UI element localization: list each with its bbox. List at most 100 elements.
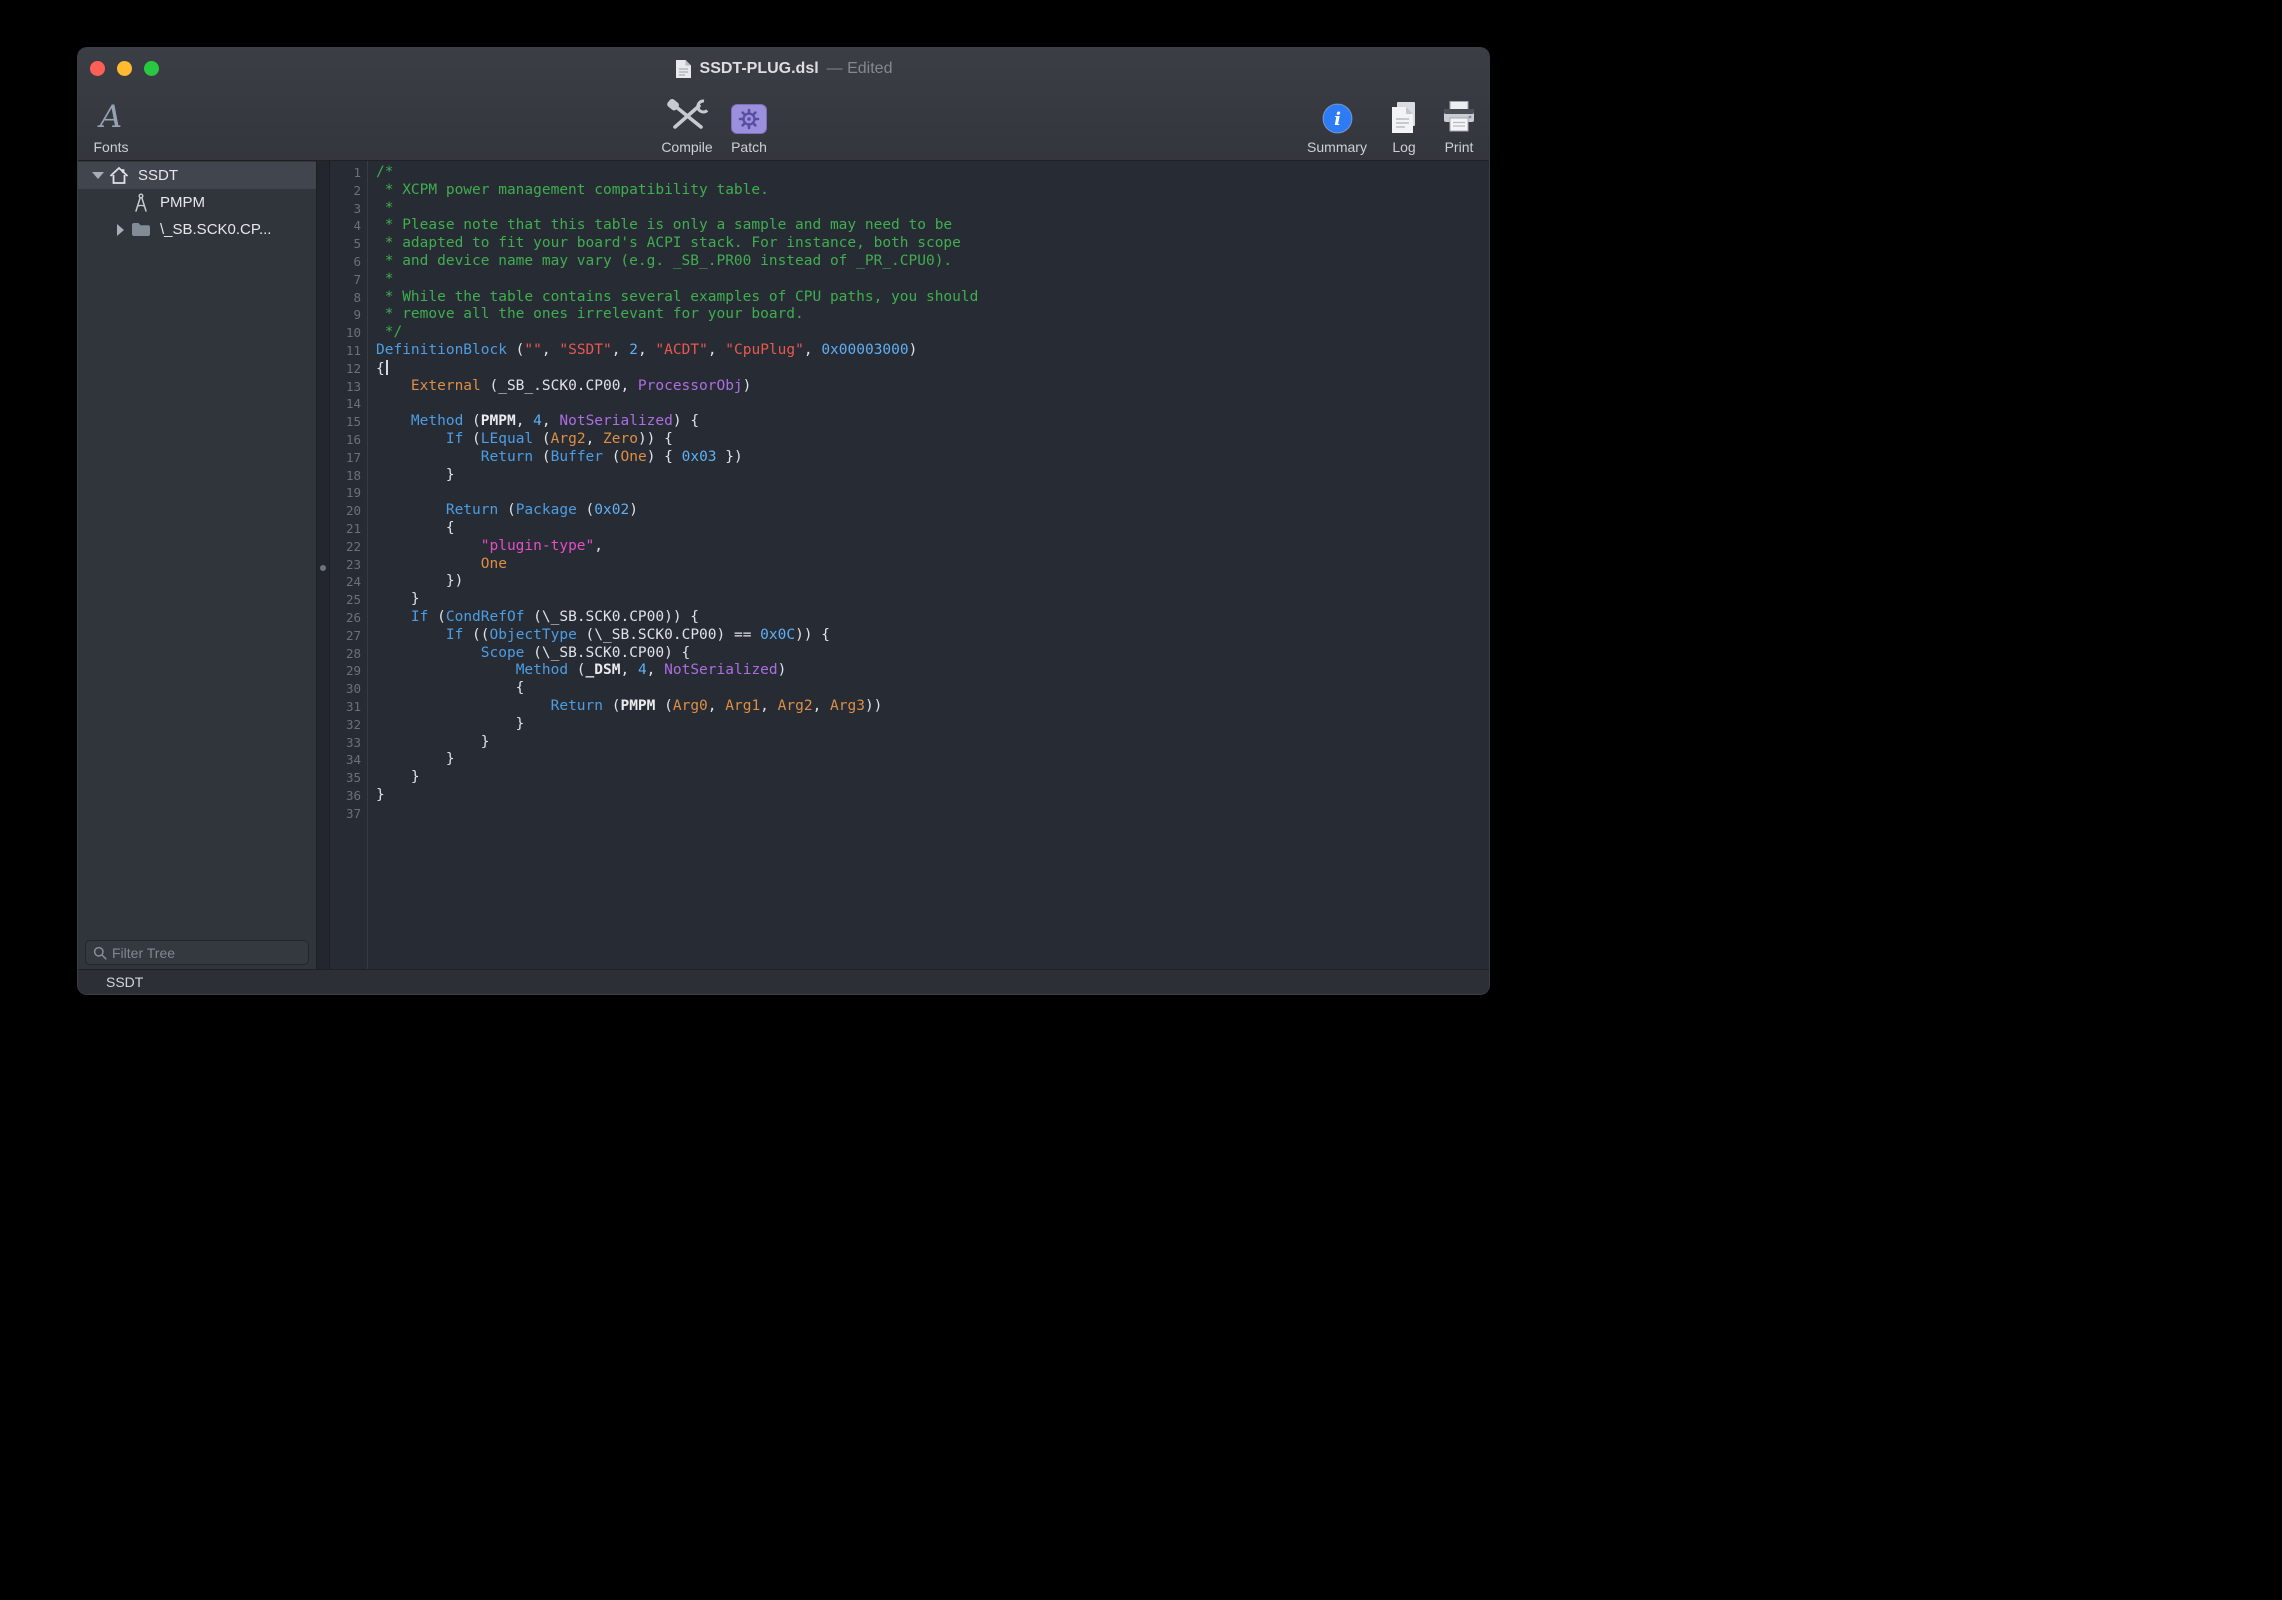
tree-item-sb-sck0[interactable]: \_SB.SCK0.CP... bbox=[78, 216, 316, 243]
patch-button[interactable]: Patch bbox=[684, 94, 814, 155]
code-line[interactable]: "plugin-type", bbox=[376, 538, 1489, 556]
code-line[interactable]: /* bbox=[376, 164, 1489, 182]
tree-item-label: PMPM bbox=[160, 194, 205, 211]
code-line[interactable]: } bbox=[376, 734, 1489, 752]
code-editor[interactable]: 1234567891011121314151617181920212223242… bbox=[330, 161, 1489, 969]
code-token: 0x02 bbox=[594, 502, 629, 518]
fonts-label: Fonts bbox=[93, 139, 128, 155]
code-line[interactable] bbox=[376, 484, 1489, 502]
splitter[interactable] bbox=[316, 161, 330, 969]
filter-input[interactable] bbox=[112, 945, 301, 961]
code-token: 4 bbox=[533, 413, 542, 429]
code-token: Arg2 bbox=[551, 431, 586, 447]
code-line[interactable]: } bbox=[376, 716, 1489, 734]
code-line[interactable]: If (LEqual (Arg2, Zero)) { bbox=[376, 431, 1489, 449]
code-line[interactable]: Method (_DSM, 4, NotSerialized) bbox=[376, 662, 1489, 680]
code-lines[interactable]: /* * XCPM power management compatibility… bbox=[369, 161, 1489, 969]
code-token: /* bbox=[376, 164, 393, 180]
code-line[interactable]: */ bbox=[376, 324, 1489, 342]
tree-item-label: SSDT bbox=[138, 167, 178, 184]
file-tree: SSDT PMPM bbox=[78, 161, 316, 243]
code-line[interactable]: { bbox=[376, 680, 1489, 698]
code-line[interactable]: * remove all the ones irrelevant for you… bbox=[376, 306, 1489, 324]
code-line[interactable]: Return (Package (0x02) bbox=[376, 502, 1489, 520]
code-line[interactable] bbox=[376, 395, 1489, 413]
code-token: )) { bbox=[638, 431, 673, 447]
status-bar: SSDT bbox=[78, 969, 1489, 994]
fonts-button[interactable]: A Fonts bbox=[77, 94, 176, 155]
code-line[interactable]: } bbox=[376, 769, 1489, 787]
code-line[interactable]: * bbox=[376, 200, 1489, 218]
code-line[interactable]: One bbox=[376, 556, 1489, 574]
code-line[interactable]: * and device name may vary (e.g. _SB_.PR… bbox=[376, 253, 1489, 271]
line-number: 15 bbox=[330, 413, 367, 431]
code-token: PMPM bbox=[481, 413, 516, 429]
fonts-icon: A bbox=[100, 94, 122, 134]
code-line[interactable]: Return (Buffer (One) { 0x03 }) bbox=[376, 449, 1489, 467]
code-token bbox=[376, 556, 481, 572]
window-title-edited: — Edited bbox=[827, 60, 893, 78]
code-token: (( bbox=[463, 627, 489, 643]
window-title-text: SSDT-PLUG.dsl bbox=[700, 60, 819, 78]
code-line[interactable]: * XCPM power management compatibility ta… bbox=[376, 182, 1489, 200]
code-token: (\_SB.SCK0.CP00) == bbox=[577, 627, 760, 643]
code-token: Method bbox=[411, 413, 463, 429]
code-line[interactable]: * While the table contains several examp… bbox=[376, 289, 1489, 307]
code-token: * bbox=[376, 200, 393, 216]
code-line[interactable] bbox=[376, 805, 1489, 823]
line-number: 36 bbox=[330, 787, 367, 805]
line-number: 27 bbox=[330, 627, 367, 645]
code-line[interactable]: If ((ObjectType (\_SB.SCK0.CP00) == 0x0C… bbox=[376, 627, 1489, 645]
code-line[interactable]: DefinitionBlock ("", "SSDT", 2, "ACDT", … bbox=[376, 342, 1489, 360]
code-line[interactable]: * bbox=[376, 271, 1489, 289]
code-token: ProcessorObj bbox=[638, 378, 743, 394]
code-token bbox=[376, 662, 516, 678]
code-line[interactable]: If (CondRefOf (\_SB.SCK0.CP00)) { bbox=[376, 609, 1489, 627]
code-token: ( bbox=[533, 449, 550, 465]
disclosure-expanded-icon[interactable] bbox=[88, 166, 108, 186]
code-token: , bbox=[542, 413, 559, 429]
print-button[interactable]: Print bbox=[1394, 94, 1490, 155]
status-text: SSDT bbox=[106, 974, 143, 990]
line-number: 29 bbox=[330, 662, 367, 680]
code-line[interactable]: * adapted to fit your board's ACPI stack… bbox=[376, 235, 1489, 253]
code-line[interactable]: }) bbox=[376, 573, 1489, 591]
line-number: 16 bbox=[330, 431, 367, 449]
code-token: Package bbox=[516, 502, 577, 518]
code-token: 2 bbox=[629, 342, 638, 358]
code-line[interactable]: External (_SB_.SCK0.CP00, ProcessorObj) bbox=[376, 378, 1489, 396]
code-token: ( bbox=[655, 698, 672, 714]
disclosure-collapsed-icon[interactable] bbox=[110, 220, 130, 240]
splitter-handle[interactable] bbox=[320, 565, 326, 571]
code-line[interactable]: Method (PMPM, 4, NotSerialized) { bbox=[376, 413, 1489, 431]
code-line[interactable]: { bbox=[376, 520, 1489, 538]
filter-field[interactable] bbox=[85, 940, 309, 965]
tree-item-ssdt[interactable]: SSDT bbox=[78, 162, 316, 189]
titlebar[interactable]: SSDT-PLUG.dsl — Edited bbox=[78, 48, 1489, 90]
code-token: Return bbox=[481, 449, 533, 465]
code-token: ) { bbox=[647, 449, 682, 465]
code-token: , bbox=[804, 342, 821, 358]
line-number: 33 bbox=[330, 734, 367, 752]
code-token: ( bbox=[498, 502, 515, 518]
tree-item-pmpm[interactable]: PMPM bbox=[78, 189, 316, 216]
code-line[interactable]: } bbox=[376, 751, 1489, 769]
line-number: 18 bbox=[330, 467, 367, 485]
code-line[interactable]: } bbox=[376, 591, 1489, 609]
tree-item-label: \_SB.SCK0.CP... bbox=[160, 221, 271, 238]
line-number: 31 bbox=[330, 698, 367, 716]
code-line[interactable]: Return (PMPM (Arg0, Arg1, Arg2, Arg3)) bbox=[376, 698, 1489, 716]
code-line[interactable]: Scope (\_SB.SCK0.CP00) { bbox=[376, 645, 1489, 663]
code-line[interactable]: } bbox=[376, 787, 1489, 805]
code-token: , bbox=[813, 698, 830, 714]
line-number: 11 bbox=[330, 342, 367, 360]
code-line[interactable]: } bbox=[376, 467, 1489, 485]
code-token: , bbox=[542, 342, 559, 358]
code-token: LEqual bbox=[481, 431, 533, 447]
code-token: ( bbox=[507, 342, 524, 358]
code-line[interactable]: * Please note that this table is only a … bbox=[376, 217, 1489, 235]
code-token: ( bbox=[568, 662, 585, 678]
code-line[interactable]: { bbox=[376, 360, 1489, 378]
line-number: 30 bbox=[330, 680, 367, 698]
code-token: ( bbox=[577, 502, 594, 518]
